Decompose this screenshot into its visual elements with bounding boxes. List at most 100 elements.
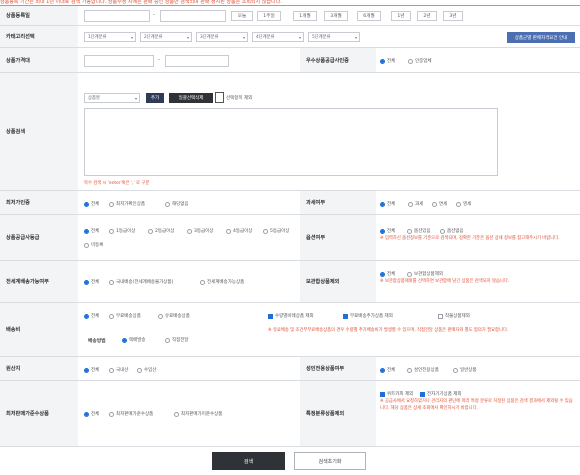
category-select-5[interactable]: 5단계분류 ▾ <box>308 32 360 42</box>
origin-domestic-radio[interactable]: 국내산 <box>109 367 128 373</box>
radio-icon <box>148 228 153 234</box>
date-btn-1year[interactable]: 1년 <box>391 11 411 21</box>
option-all-radio[interactable]: 전체 <box>380 228 395 234</box>
min-sale-all-radio[interactable]: 전체 <box>84 411 99 417</box>
chevron-down-icon: ▾ <box>242 35 245 40</box>
shipping-fee-paid-radio[interactable]: 유료배송상품 <box>158 313 190 319</box>
shipping-fee-all-radio[interactable]: 전체 <box>84 313 99 319</box>
origin-import-radio[interactable]: 수입산 <box>137 367 156 373</box>
radio-selected-icon <box>380 367 385 373</box>
exclude-free-extra-checkbox[interactable]: 무료배송추가상품 제외 <box>343 313 393 319</box>
option-no-radio[interactable]: 옵션없음 <box>440 228 464 234</box>
reset-search-button[interactable]: 검색초기화 <box>294 452 366 470</box>
radio-icon <box>408 58 413 64</box>
grade-all-radio[interactable]: 전체 <box>84 228 99 234</box>
grade-2-radio[interactable]: 2등급이상 <box>148 228 174 234</box>
adult-all-radio[interactable]: 전체 <box>380 367 395 373</box>
tax-zero-radio[interactable]: 영세 <box>456 201 471 207</box>
end-date-input[interactable] <box>160 10 226 22</box>
radio-icon <box>432 201 437 207</box>
label-tax: 과세여부 <box>300 191 376 214</box>
label-reg-date: 상품등록일 <box>0 6 78 25</box>
label-product-search: 상품검색 <box>0 73 78 190</box>
search-type-select[interactable]: 상품명 ▾ <box>84 93 140 103</box>
date-btn-6month[interactable]: 6개월 <box>357 11 381 21</box>
label-good-supplier: 우수상품공급사인증 <box>300 48 376 72</box>
radio-icon <box>109 279 114 285</box>
insurance-note: ※ 보관합상품제외를 선택하면 보관합에 담긴 상품은 검색되지 않습니다. <box>380 279 510 284</box>
exclude-quantity-checkbox[interactable]: 수량별비례상품 제외 <box>268 313 314 319</box>
radio-icon <box>109 228 114 234</box>
label-insurance: 보관합상품제외 <box>300 261 376 302</box>
insurance-exclude-radio[interactable]: 보관합상품제외 <box>407 271 443 277</box>
grade-unregistered-radio[interactable]: 미등록 <box>84 242 103 248</box>
bulk-delete-button[interactable]: 일괄선택삭제 <box>169 93 213 103</box>
category-select-3[interactable]: 3단계분류 ▾ <box>196 32 248 42</box>
shipping-fee-free-radio[interactable]: 무료배송상품 <box>109 313 141 319</box>
min-sale-compliant-radio[interactable]: 최저판매가준수상품 <box>109 411 153 417</box>
start-date-input[interactable] <box>84 10 150 22</box>
search-form: 상품등록일 - 오늘 1주일 1개월 3개월 6개월 1년 2년 3년 카테고리… <box>0 5 580 447</box>
tax-taxable-radio[interactable]: 과세 <box>408 201 423 207</box>
radio-selected-icon <box>380 58 385 64</box>
option-yes-radio[interactable]: 옵션있음 <box>407 228 431 234</box>
radio-selected-icon <box>84 228 89 234</box>
insurance-all-radio[interactable]: 전체 <box>380 271 395 277</box>
tax-exempt-radio[interactable]: 면세 <box>432 201 447 207</box>
radio-icon <box>158 313 163 319</box>
good-supplier-all-radio[interactable]: 전체 <box>380 58 395 64</box>
min-price-verified-radio[interactable]: 최저가확인상품 <box>109 201 145 207</box>
min-price-none-radio[interactable]: 해당없음 <box>165 201 189 207</box>
category-guide-button[interactable]: 상품군별 판매자격요건 안내 <box>507 32 575 43</box>
category-select-2[interactable]: 2단계분류 ▾ <box>140 32 192 42</box>
shipping-note: ※ 유료배송 및 조건부무료배송상품의 경우 수량별 추가배송비가 발생할 수 … <box>268 328 509 333</box>
adult-only-radio[interactable]: 성인전용상품 <box>407 367 439 373</box>
radio-selected-icon <box>380 228 385 234</box>
grade-3-radio[interactable]: 3등급이상 <box>187 228 213 234</box>
date-btn-3year[interactable]: 3년 <box>443 11 463 21</box>
exclude-witcopy-checkbox[interactable]: 위트카피 제외 <box>380 391 413 397</box>
radio-icon <box>407 228 412 234</box>
grade-5-radio[interactable]: 5등급이상 <box>263 228 289 234</box>
radio-icon <box>109 411 114 417</box>
radio-icon <box>263 228 268 234</box>
row-product-search: 상품검색 상품명 ▾ 추가 일괄선택삭제 선택항목 제외 복수 검색 시 'ent… <box>0 73 580 191</box>
exclude-electronics-checkbox[interactable]: 전자기기상품 제외 <box>420 391 462 397</box>
category-select-4[interactable]: 4단계분류 ▾ <box>252 32 304 42</box>
date-btn-today[interactable]: 오늘 <box>231 11 253 21</box>
shipping-courier-radio[interactable]: 택배발송 <box>122 337 146 343</box>
category-select-1[interactable]: 1단계분류 ▾ <box>84 32 136 42</box>
search-add-button[interactable]: 추가 <box>146 93 164 103</box>
label-min-sale-price: 최저판매가준수상품 <box>0 381 78 446</box>
search-keyword-textarea[interactable] <box>84 108 498 176</box>
min-sale-noncompliant-radio[interactable]: 최저판매가미준수상품 <box>174 411 222 417</box>
date-btn-3month[interactable]: 3개월 <box>324 11 348 21</box>
adult-general-radio[interactable]: 일반상품 <box>453 367 477 373</box>
checkbox-checked-icon <box>420 391 425 397</box>
good-supplier-certified-radio[interactable]: 인증업체 <box>408 58 432 64</box>
date-btn-1week[interactable]: 1주일 <box>257 11 281 21</box>
origin-all-radio[interactable]: 전체 <box>84 367 99 373</box>
exclude-selected-checkbox[interactable]: 선택항목 제외 <box>215 92 252 103</box>
grade-4-radio[interactable]: 4등급이상 <box>226 228 252 234</box>
row-reg-date: 상품등록일 - 오늘 1주일 1개월 3개월 6개월 1년 2년 3년 <box>0 6 580 26</box>
exclude-cod-checkbox[interactable]: 착불상품제외 <box>438 313 470 319</box>
search-button[interactable]: 검색 <box>212 452 285 470</box>
chevron-down-icon: ▾ <box>134 96 137 101</box>
grade-1-radio[interactable]: 1등급이상 <box>109 228 135 234</box>
max-price-input[interactable] <box>165 55 229 67</box>
checkbox-checked-icon <box>343 313 348 319</box>
radio-icon <box>408 201 413 207</box>
delivery-domestic-radio[interactable]: 국내배송(전세계배송불가상품) <box>109 279 173 285</box>
radio-icon <box>84 242 89 248</box>
min-price-input[interactable] <box>84 55 154 67</box>
delivery-worldwide-radio[interactable]: 전세계배송가능상품 <box>200 279 244 285</box>
tax-all-radio[interactable]: 전체 <box>380 201 395 207</box>
min-price-all-radio[interactable]: 전체 <box>84 201 99 207</box>
label-option: 옵션여부 <box>300 215 376 260</box>
date-btn-2year[interactable]: 2년 <box>417 11 437 21</box>
date-btn-1month[interactable]: 1개월 <box>293 11 317 21</box>
delivery-all-radio[interactable]: 전체 <box>84 279 99 285</box>
row-min-sale-price: 최저판매가준수상품 전체 최저판매가준수상품 최저판매가미준수상품 특정분류상품… <box>0 381 580 447</box>
shipping-direct-radio[interactable]: 직접전달 <box>165 337 189 343</box>
